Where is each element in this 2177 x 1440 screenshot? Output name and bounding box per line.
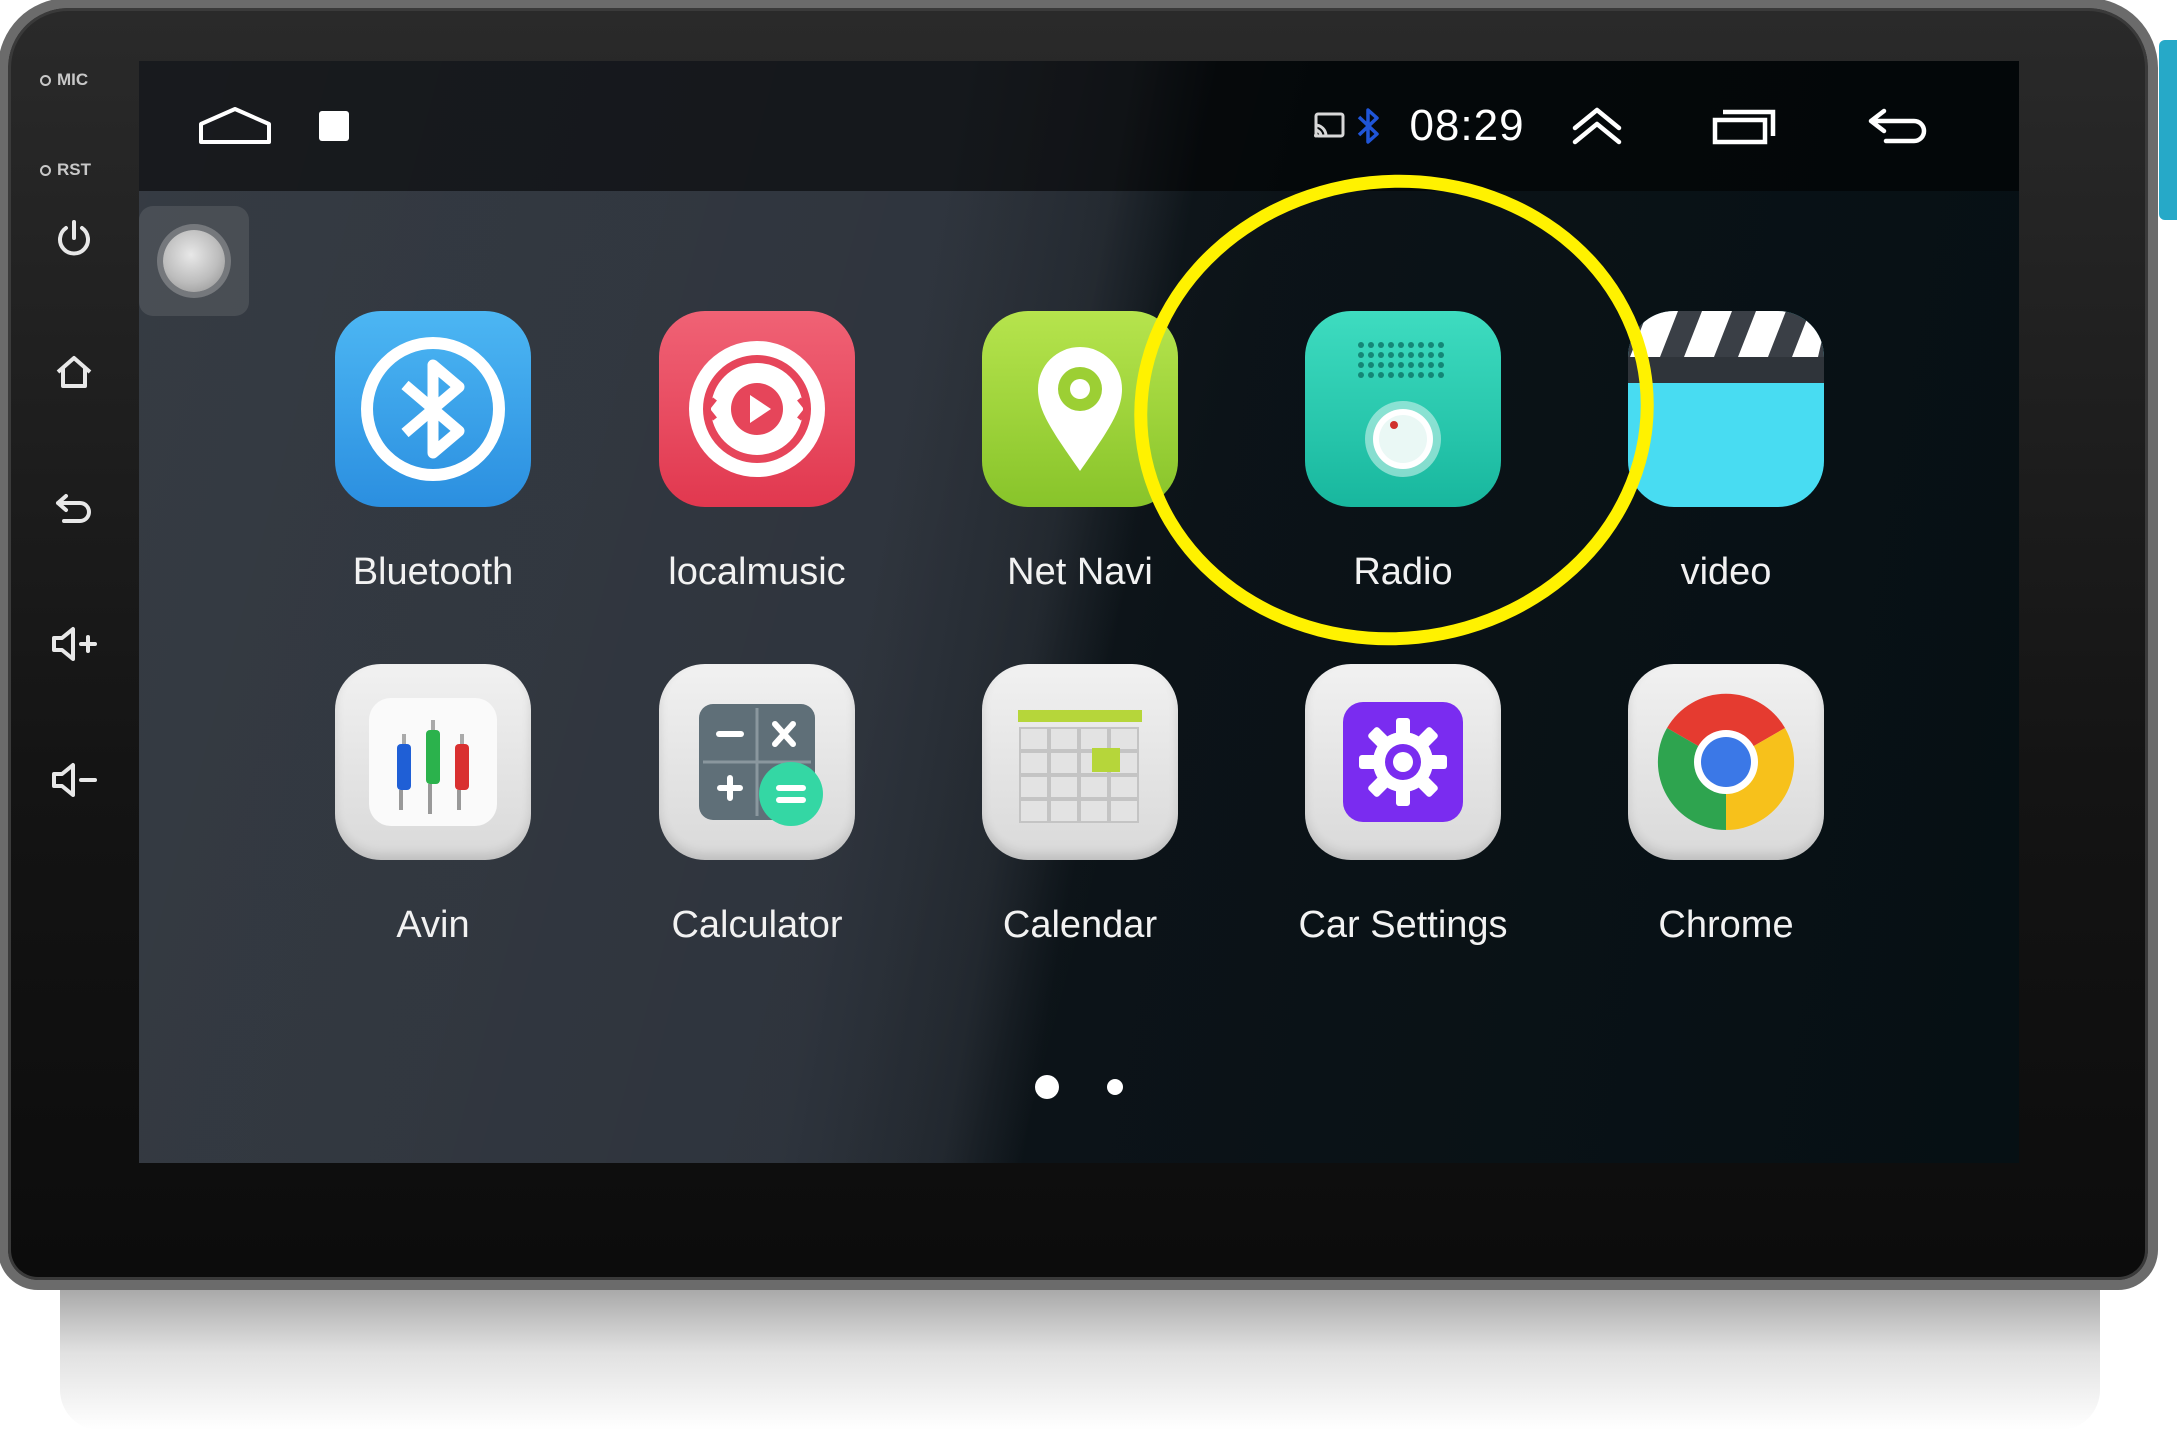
bluetooth-app-icon	[335, 311, 531, 507]
app-label: video	[1680, 551, 1772, 593]
status-bar: 08:29	[139, 61, 2019, 191]
page-dot[interactable]	[1107, 1079, 1123, 1095]
volume-up-button[interactable]	[44, 614, 104, 674]
volume-up-icon	[52, 627, 97, 661]
back-hw-button[interactable]	[44, 478, 104, 538]
stop-square-icon	[319, 111, 349, 141]
calendar-icon	[982, 664, 1178, 860]
app-net-navi[interactable]: Net Navi	[930, 311, 1230, 641]
app-label: Avin	[396, 904, 470, 946]
app-radio[interactable]: Radio	[1253, 311, 1553, 641]
radio-icon	[1305, 311, 1501, 507]
app-calendar[interactable]: Calendar	[930, 664, 1230, 994]
page-dot-active[interactable]	[1035, 1075, 1059, 1099]
app-calculator[interactable]: Calculator	[607, 664, 907, 994]
mic-hole-icon	[40, 74, 51, 86]
home-icon	[56, 356, 92, 388]
app-label: Radio	[1353, 551, 1453, 593]
av-input-icon	[335, 664, 531, 860]
app-label: Calendar	[1002, 904, 1158, 946]
expand-panel-button[interactable]	[1557, 61, 1637, 191]
gear-icon	[1305, 664, 1501, 860]
app-chrome[interactable]: Chrome	[1576, 664, 1876, 994]
volume-down-button[interactable]	[44, 750, 104, 810]
app-bluetooth[interactable]: Bluetooth	[283, 311, 583, 641]
stop-button[interactable]	[299, 61, 369, 191]
back-arrow-icon	[1868, 108, 1927, 144]
app-label: Chrome	[1658, 904, 1794, 946]
rst-label: RST	[40, 160, 91, 180]
bluetooth-icon	[1357, 108, 1379, 144]
cast-icon	[1314, 112, 1345, 138]
bezel-reflection	[60, 1290, 2100, 1430]
home-hw-button[interactable]	[44, 342, 104, 402]
double-chevron-up-icon	[1572, 107, 1622, 145]
android-home-screen: 08:29 Bluetooth localmusic Net Navi Radi…	[139, 61, 2019, 1163]
cast-status	[1309, 61, 1349, 191]
rst-text: RST	[57, 160, 91, 179]
mic-label: MIC	[40, 70, 88, 90]
assist-ball-icon	[163, 230, 225, 292]
clapperboard-icon	[1628, 311, 1824, 507]
status-clock: 08:29	[1409, 101, 1525, 150]
app-label: Net Navi	[1007, 551, 1153, 593]
page-indicator	[139, 1075, 2019, 1099]
calculator-icon	[659, 664, 855, 860]
app-label: localmusic	[668, 551, 846, 593]
bluetooth-status	[1351, 61, 1387, 191]
chrome-icon	[1628, 664, 1824, 860]
app-avin[interactable]: Avin	[283, 664, 583, 994]
side-hardware-panel: MIC RST	[8, 8, 138, 1280]
edge-badge	[2159, 40, 2177, 220]
app-label: Car Settings	[1298, 904, 1508, 946]
back-icon	[56, 494, 91, 523]
home-nav-button[interactable]	[187, 61, 283, 191]
local-music-icon	[659, 311, 855, 507]
reset-hole-icon	[40, 164, 51, 176]
app-car-settings[interactable]: Car Settings	[1253, 664, 1553, 994]
power-button[interactable]	[44, 208, 104, 268]
recent-apps-button[interactable]	[1699, 61, 1789, 191]
app-localmusic[interactable]: localmusic	[607, 311, 907, 641]
floating-assist-ball[interactable]	[139, 206, 249, 316]
home-outline-icon	[199, 107, 271, 144]
app-label: Calculator	[671, 904, 843, 946]
mic-text: MIC	[57, 70, 89, 89]
app-label: Bluetooth	[352, 551, 514, 593]
power-icon	[58, 220, 90, 256]
recent-apps-icon	[1712, 109, 1776, 145]
volume-down-icon	[52, 763, 97, 797]
back-nav-button[interactable]	[1849, 61, 1949, 191]
map-pin-icon	[982, 311, 1178, 507]
app-video[interactable]: video	[1576, 311, 1876, 641]
